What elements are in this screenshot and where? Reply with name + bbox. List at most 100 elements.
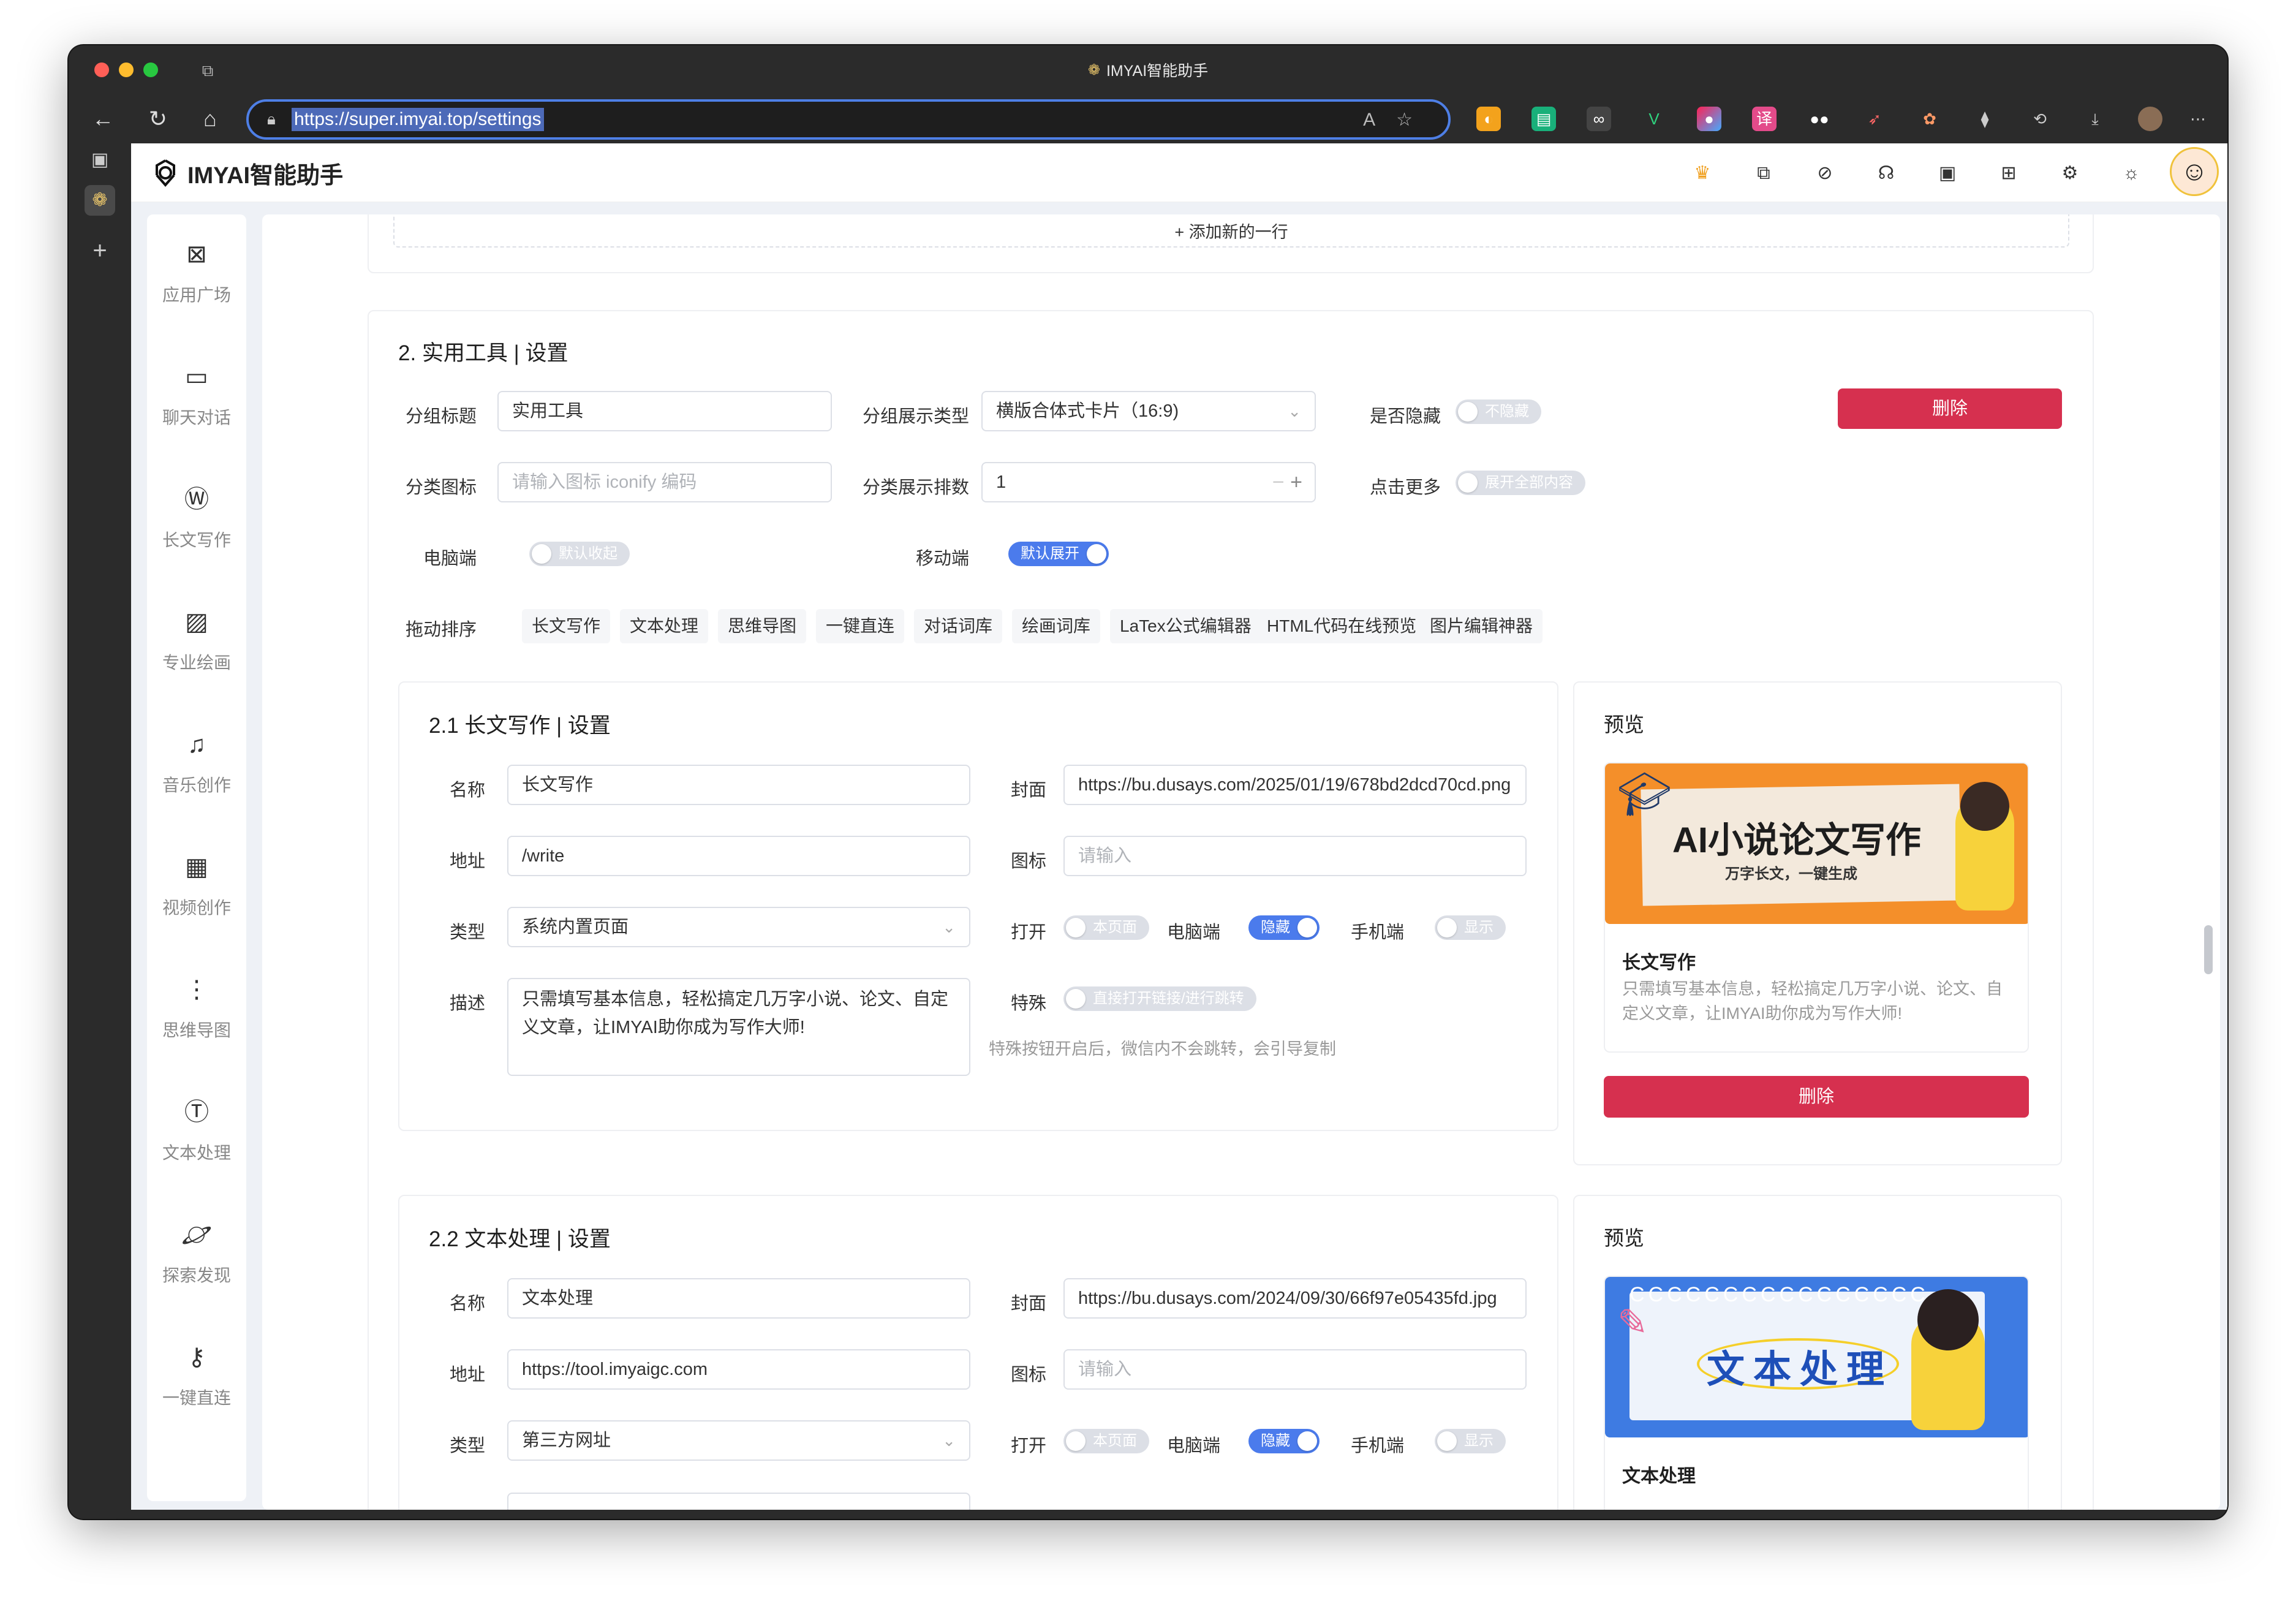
user-avatar[interactable]: ☺ — [2170, 147, 2219, 196]
address-input[interactable]: https://tool.imyaigc.com — [507, 1349, 970, 1390]
devices-icon[interactable]: ⧉ — [1750, 159, 1778, 187]
mobile-show-switch[interactable]: 显示 — [1435, 1429, 1506, 1453]
link-icon[interactable]: ⊘ — [1811, 159, 1839, 187]
minus-icon[interactable]: − — [1272, 471, 1285, 494]
more-menu-icon[interactable]: ⋯ — [2186, 107, 2210, 131]
sidebar-toggle-icon[interactable]: ▣ — [85, 145, 115, 175]
extension-icon[interactable]: ● — [1697, 107, 1721, 131]
desc-textarea[interactable]: 只需填写基本信息，轻松搞定几万字小说、论文、自定义文章，让IMYAI助你成为写作… — [507, 978, 970, 1076]
extension-icon[interactable]: 译 — [1752, 107, 1777, 131]
preview-item-card: AI小说论文写作 万字长文，一键生成 🎓︎ 长文写作 只需填写基本信息，轻松搞定… — [1604, 762, 2029, 1053]
briefcase-icon[interactable]: ▣ — [1933, 159, 1962, 187]
delete-group-button[interactable]: 删除 — [1838, 388, 2062, 429]
special-label: 特殊 — [1010, 994, 1046, 1013]
name-input[interactable]: 长文写作 — [507, 765, 970, 805]
cover-input[interactable]: https://bu.dusays.com/2025/01/19/678bd2d… — [1063, 765, 1527, 805]
browser-vertical-tabs: ▣ ❁ + — [69, 143, 131, 1519]
address-bar[interactable]: 🔒︎ https://super.imyai.top/settings A☆ — [246, 99, 1451, 140]
download-icon[interactable]: ⤓ — [2083, 107, 2107, 131]
read-aloud-icon[interactable]: A — [1363, 110, 1396, 130]
gift-icon[interactable]: ⊞ — [1995, 159, 2023, 187]
nav-item-text[interactable]: Ⓣ 文本处理 — [147, 1072, 246, 1195]
active-tab-icon[interactable]: ❁ — [85, 185, 115, 216]
sort-chip[interactable]: 一键直连 — [816, 609, 905, 643]
pc-hide-switch[interactable]: 隐藏 — [1248, 915, 1320, 940]
extension-icon[interactable]: ✿ — [1917, 107, 1942, 131]
extension-icon[interactable]: ◐ — [1476, 107, 1501, 131]
tab-overview-icon[interactable]: ⧉ — [198, 61, 217, 80]
puzzle-icon[interactable]: ⧫ — [1973, 107, 1997, 131]
openai-logo-icon — [156, 159, 175, 187]
type-select[interactable]: 系统内置页面 ⌄ — [507, 907, 970, 947]
nav-item-video[interactable]: ▦ 视频创作 — [147, 827, 246, 950]
minimize-window-button[interactable] — [119, 62, 134, 77]
group-icon-input[interactable]: 请输入图标 iconify 编码 — [497, 462, 832, 502]
extension-icon[interactable]: ●● — [1807, 107, 1832, 131]
delete-item-button[interactable]: 删除 — [1604, 1076, 2029, 1118]
nav-item-painting[interactable]: ▨ 专业绘画 — [147, 582, 246, 705]
brand-logo[interactable]: IMYAI智能助手 — [149, 156, 343, 190]
mobile-switch[interactable]: 默认展开 — [1008, 542, 1109, 566]
pc-switch[interactable]: 默认收起 — [529, 542, 630, 566]
sort-chip[interactable]: 长文写作 — [522, 609, 611, 643]
plus-icon[interactable]: + — [1290, 471, 1302, 494]
crown-icon[interactable]: ♛ — [1688, 159, 1716, 187]
add-row-button[interactable]: + 添加新的一行 — [393, 214, 2069, 248]
headset-icon[interactable]: ☊ — [1872, 159, 1900, 187]
open-page-switch[interactable]: 本页面 — [1063, 1429, 1149, 1453]
desc-textarea[interactable] — [507, 1493, 970, 1510]
sort-chip[interactable]: 图片编辑神器 — [1420, 609, 1543, 643]
extension-icon[interactable]: ➶ — [1862, 107, 1887, 131]
name-input[interactable]: 文本处理 — [507, 1278, 970, 1319]
extension-icon[interactable]: V — [1642, 107, 1666, 131]
nav-item-explore[interactable]: 🪐︎ 探索发现 — [147, 1195, 246, 1317]
sun-icon[interactable]: ☼ — [2117, 159, 2145, 187]
sort-chip[interactable]: LaTex公式编辑器 — [1110, 609, 1261, 643]
gear-icon[interactable]: ⚙ — [2056, 159, 2084, 187]
extension-icon[interactable]: ∞ — [1587, 107, 1611, 131]
profile-avatar-icon[interactable] — [2138, 107, 2162, 131]
icon-input[interactable]: 请输入 — [1063, 1349, 1527, 1390]
nav-item-music[interactable]: ♫ 音乐创作 — [147, 705, 246, 827]
group-title-input[interactable]: 实用工具 — [497, 391, 832, 431]
cover-image: CCCCCCCCCCCCCCCC 文本处理 ✎ — [1605, 1277, 2028, 1437]
nav-item-chat[interactable]: ▭ 聊天对话 — [147, 337, 246, 460]
sort-chip[interactable]: 绘画词库 — [1012, 609, 1101, 643]
close-window-button[interactable] — [94, 62, 109, 77]
sort-chip[interactable]: 文本处理 — [620, 609, 709, 643]
nav-item-app-square[interactable]: ⊠ 应用广场 — [147, 214, 246, 337]
hidden-switch[interactable]: 不隐藏 — [1456, 399, 1541, 424]
nav-item-direct[interactable]: ⚷ 一键直连 — [147, 1317, 246, 1440]
document-icon: Ⓦ — [184, 486, 209, 513]
cover-input[interactable]: https://bu.dusays.com/2024/09/30/66f97e0… — [1063, 1278, 1527, 1319]
display-type-select[interactable]: 横版合体式卡片（16:9) ⌄ — [981, 391, 1316, 431]
nav-item-mindmap[interactable]: ⋮ 思维导图 — [147, 950, 246, 1072]
pc-hide-switch[interactable]: 隐藏 — [1248, 1429, 1320, 1453]
history-icon[interactable]: ⟲ — [2028, 107, 2052, 131]
preview-item-desc: 只需填写基本信息，轻松搞定几万字小说、论文、自定义文章，让IMYAI助你成为写作… — [1622, 980, 2003, 1023]
extension-icon[interactable]: ▤ — [1531, 107, 1556, 131]
icon-input[interactable]: 请输入 — [1063, 836, 1527, 876]
sort-chip[interactable]: 对话词库 — [914, 609, 1003, 643]
new-tab-icon[interactable]: + — [85, 235, 115, 266]
maximize-window-button[interactable] — [143, 62, 158, 77]
sort-chip[interactable]: 思维导图 — [718, 609, 807, 643]
favorite-star-icon[interactable]: ☆ — [1396, 110, 1433, 130]
special-switch[interactable]: 直接打开链接/进行跳转 — [1063, 986, 1256, 1011]
image-icon: ▨ — [185, 608, 208, 635]
url-text[interactable]: https://super.imyai.top/settings — [292, 108, 544, 131]
scrollbar-thumb[interactable] — [2204, 925, 2213, 974]
address-input[interactable]: /write — [507, 836, 970, 876]
item-card: 2.1 长文写作 | 设置 名称 长文写作 封面 https://bu.dusa… — [398, 681, 1558, 1131]
more-switch[interactable]: 展开全部内容 — [1456, 471, 1585, 495]
nav-item-long-writing[interactable]: Ⓦ 长文写作 — [147, 460, 246, 582]
mobile-show-switch[interactable]: 显示 — [1435, 915, 1506, 940]
back-arrow-icon[interactable]: ← — [87, 103, 119, 135]
type-select[interactable]: 第三方网址 ⌄ — [507, 1420, 970, 1461]
pc-label: 电脑端 — [1166, 923, 1220, 942]
open-page-switch[interactable]: 本页面 — [1063, 915, 1149, 940]
sort-chip[interactable]: HTML代码在线预览 — [1257, 609, 1427, 643]
sort-count-input[interactable]: 1− + — [981, 462, 1316, 502]
home-icon[interactable]: ⌂ — [194, 103, 226, 135]
reload-icon[interactable]: ↻ — [142, 103, 174, 135]
